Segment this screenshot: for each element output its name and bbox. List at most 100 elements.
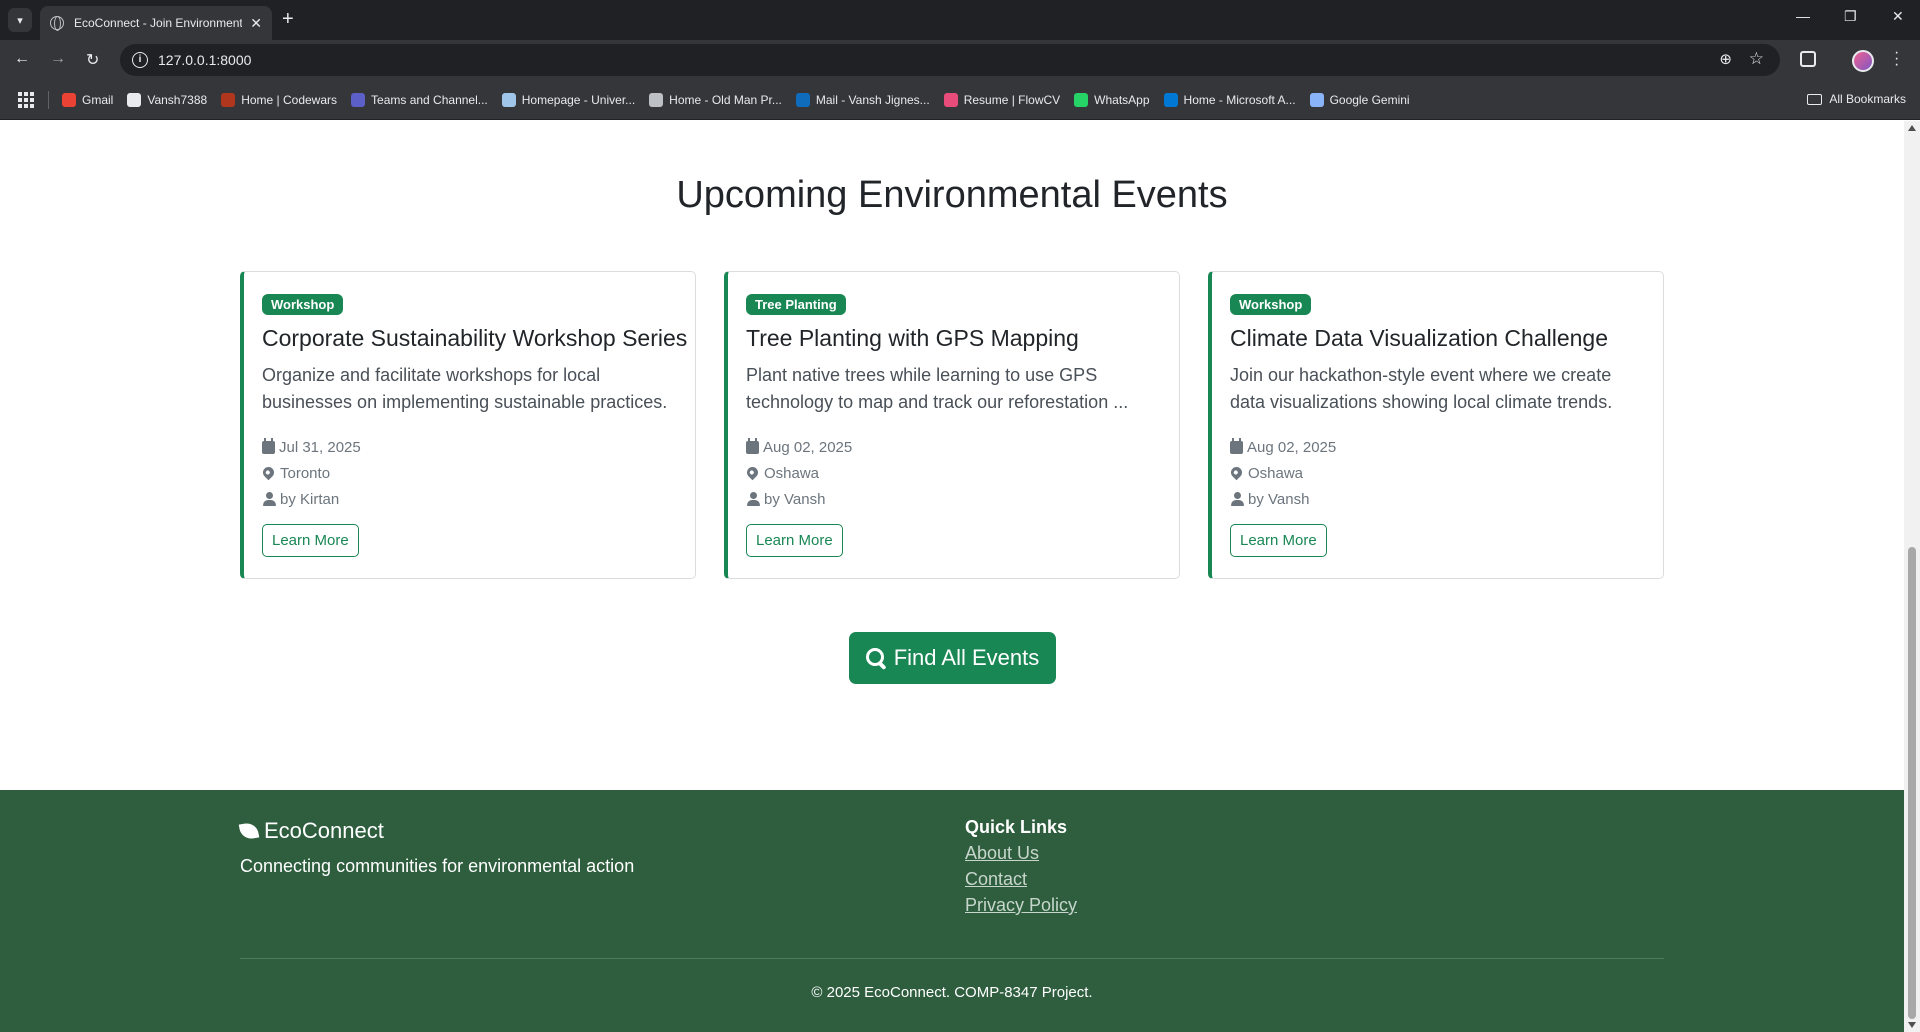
- event-location-row: Toronto: [260, 460, 675, 486]
- event-date: Aug 02, 2025: [763, 438, 853, 456]
- menu-icon[interactable]: · · ·: [1894, 45, 1899, 73]
- bookmark-item[interactable]: Google Gemini: [1309, 93, 1410, 107]
- bookmark-label: Gmail: [82, 93, 114, 107]
- bookmark-item[interactable]: Mail - Vansh Jignes...: [795, 93, 930, 107]
- bookmark-item[interactable]: Gmail: [62, 93, 113, 107]
- bookmark-favicon-icon: [795, 93, 810, 107]
- tab-search-button[interactable]: ▾: [8, 8, 32, 32]
- new-tab-button[interactable]: +: [282, 9, 294, 29]
- all-bookmarks-button[interactable]: All Bookmarks: [1807, 92, 1906, 106]
- bookmark-label: Homepage - Univer...: [521, 93, 636, 107]
- bookmark-favicon-icon: [1163, 93, 1178, 107]
- forward-icon[interactable]: →: [50, 50, 66, 68]
- event-meta: Aug 02, 2025 Oshawa by Vansh: [1228, 434, 1643, 512]
- event-title: Corporate Sustainability Workshop Series: [262, 325, 688, 351]
- bookmark-label: Google Gemini: [1329, 93, 1410, 107]
- url-text[interactable]: 127.0.0.1:8000: [158, 52, 251, 68]
- event-organizer: by Vansh: [764, 490, 826, 508]
- profile-avatar[interactable]: [1852, 50, 1874, 72]
- event-date: Aug 02, 2025: [1247, 438, 1337, 456]
- copyright: © 2025 EcoConnect. COMP-8347 Project.: [811, 984, 1093, 1001]
- tab-title: EcoConnect - Join Environment: [74, 16, 243, 30]
- all-bookmarks-label: All Bookmarks: [1829, 92, 1906, 106]
- leaf-icon: [238, 821, 260, 841]
- site-info-icon[interactable]: i: [132, 52, 148, 68]
- bookmark-item[interactable]: Home | Codewars: [221, 93, 337, 107]
- link-about-us[interactable]: About Us: [965, 843, 1039, 864]
- reload-icon[interactable]: ↻: [86, 50, 99, 70]
- zoom-icon[interactable]: ⊕: [1719, 50, 1732, 68]
- user-icon: [1230, 492, 1244, 506]
- event-date: Jul 31, 2025: [279, 438, 361, 456]
- event-location: Oshawa: [1248, 464, 1304, 482]
- tab-strip: ▾ EcoConnect - Join Environment ✕ + — ❐ …: [0, 0, 1920, 40]
- browser-toolbar: ← → ↻ i 127.0.0.1:8000 ⊕ ☆: [0, 40, 1920, 80]
- scroll-down-icon[interactable]: [1908, 1022, 1916, 1028]
- footer: EcoConnect Connecting communities for en…: [0, 790, 1904, 1032]
- folder-icon: [1807, 93, 1823, 105]
- bookmark-item[interactable]: Vansh7388: [127, 93, 207, 107]
- event-description: Join our hackathon-style event where we …: [1230, 365, 1613, 412]
- bookmark-favicon-icon: [501, 93, 516, 107]
- footer-brand-name: EcoConnect: [264, 818, 384, 843]
- learn-more-button[interactable]: Learn More: [262, 524, 359, 557]
- link-privacy-policy[interactable]: Privacy Policy: [965, 895, 1077, 916]
- bookmark-item[interactable]: Homepage - Univer...: [501, 93, 636, 107]
- bookmark-favicon-icon: [127, 93, 142, 107]
- category-badge: Tree Planting: [746, 294, 846, 315]
- bookmark-item[interactable]: Home - Microsoft A...: [1163, 93, 1296, 107]
- bookmark-label: Teams and Channel...: [371, 93, 488, 107]
- event-organizer-row: by Vansh: [1230, 486, 1643, 512]
- minimize-button[interactable]: —: [1796, 8, 1810, 24]
- back-icon[interactable]: ←: [14, 50, 30, 68]
- footer-tagline: Connecting communities for environmental…: [240, 856, 635, 876]
- scroll-thumb[interactable]: [1908, 547, 1916, 1019]
- bookmark-item[interactable]: Home - Old Man Pr...: [649, 93, 782, 107]
- extensions-icon[interactable]: [1800, 51, 1816, 67]
- bookmarks-divider: [48, 91, 49, 109]
- bookmark-label: Home | Codewars: [241, 93, 338, 107]
- event-date-row: Jul 31, 2025: [262, 434, 675, 460]
- bookmark-favicon-icon: [943, 93, 958, 107]
- bookmark-favicon-icon: [1309, 93, 1324, 107]
- scroll-up-icon[interactable]: [1908, 125, 1916, 131]
- bookmarks-bar: Gmail Vansh7388 Home | Codewars Teams and C…: [0, 80, 1920, 120]
- restore-button[interactable]: ❐: [1844, 8, 1857, 25]
- bookmark-favicon-icon: [649, 93, 664, 107]
- apps-grid-icon[interactable]: [18, 92, 34, 108]
- map-pin-icon: [260, 464, 277, 480]
- calendar-icon: [746, 437, 759, 454]
- footer-brand: EcoConnect: [238, 818, 384, 844]
- quick-links-title: Quick Links: [965, 817, 1068, 837]
- learn-more-button[interactable]: Learn More: [746, 524, 843, 557]
- find-all-events-button[interactable]: Find All Events: [849, 632, 1056, 684]
- page-viewport: Upcoming Environmental Events Workshop Co…: [0, 121, 1904, 1032]
- link-contact[interactable]: Contact: [965, 869, 1027, 890]
- bookmark-star-icon[interactable]: ☆: [1749, 49, 1764, 69]
- bookmark-item[interactable]: WhatsApp: [1074, 93, 1150, 107]
- event-meta: Aug 02, 2025 Oshawa by Vansh: [744, 434, 1159, 512]
- bookmark-label: Home - Microsoft A...: [1183, 93, 1296, 107]
- event-card: Workshop Corporate Sustainability Worksho…: [240, 271, 696, 579]
- section-title: Upcoming Environmental Events: [676, 174, 1228, 216]
- bookmark-list: Gmail Vansh7388 Home | Codewars Teams and C…: [62, 80, 1410, 120]
- event-organizer-row: by Kirtan: [262, 486, 675, 512]
- active-tab[interactable]: EcoConnect - Join Environment ✕: [40, 6, 272, 40]
- page-scrollbar[interactable]: [1904, 121, 1920, 1032]
- bookmark-item[interactable]: Resume | FlowCV: [943, 93, 1060, 107]
- calendar-icon: [1230, 437, 1243, 454]
- close-window-button[interactable]: ✕: [1892, 8, 1904, 25]
- find-all-events-label: Find All Events: [893, 645, 1040, 670]
- bookmark-item[interactable]: Teams and Channel...: [351, 93, 488, 107]
- bookmark-favicon-icon: [351, 93, 366, 107]
- event-date-row: Aug 02, 2025: [746, 434, 1159, 460]
- event-card: Workshop Climate Data Visualization Chall…: [1208, 271, 1664, 579]
- user-icon: [746, 492, 760, 506]
- close-tab-icon[interactable]: ✕: [250, 15, 262, 32]
- map-pin-icon: [744, 464, 761, 480]
- event-meta: Jul 31, 2025 Toronto by Kirtan: [260, 434, 675, 512]
- address-bar[interactable]: i 127.0.0.1:8000 ⊕ ☆: [120, 44, 1780, 76]
- footer-divider: [240, 958, 1664, 959]
- learn-more-button[interactable]: Learn More: [1230, 524, 1327, 557]
- event-location-row: Oshawa: [1228, 460, 1643, 486]
